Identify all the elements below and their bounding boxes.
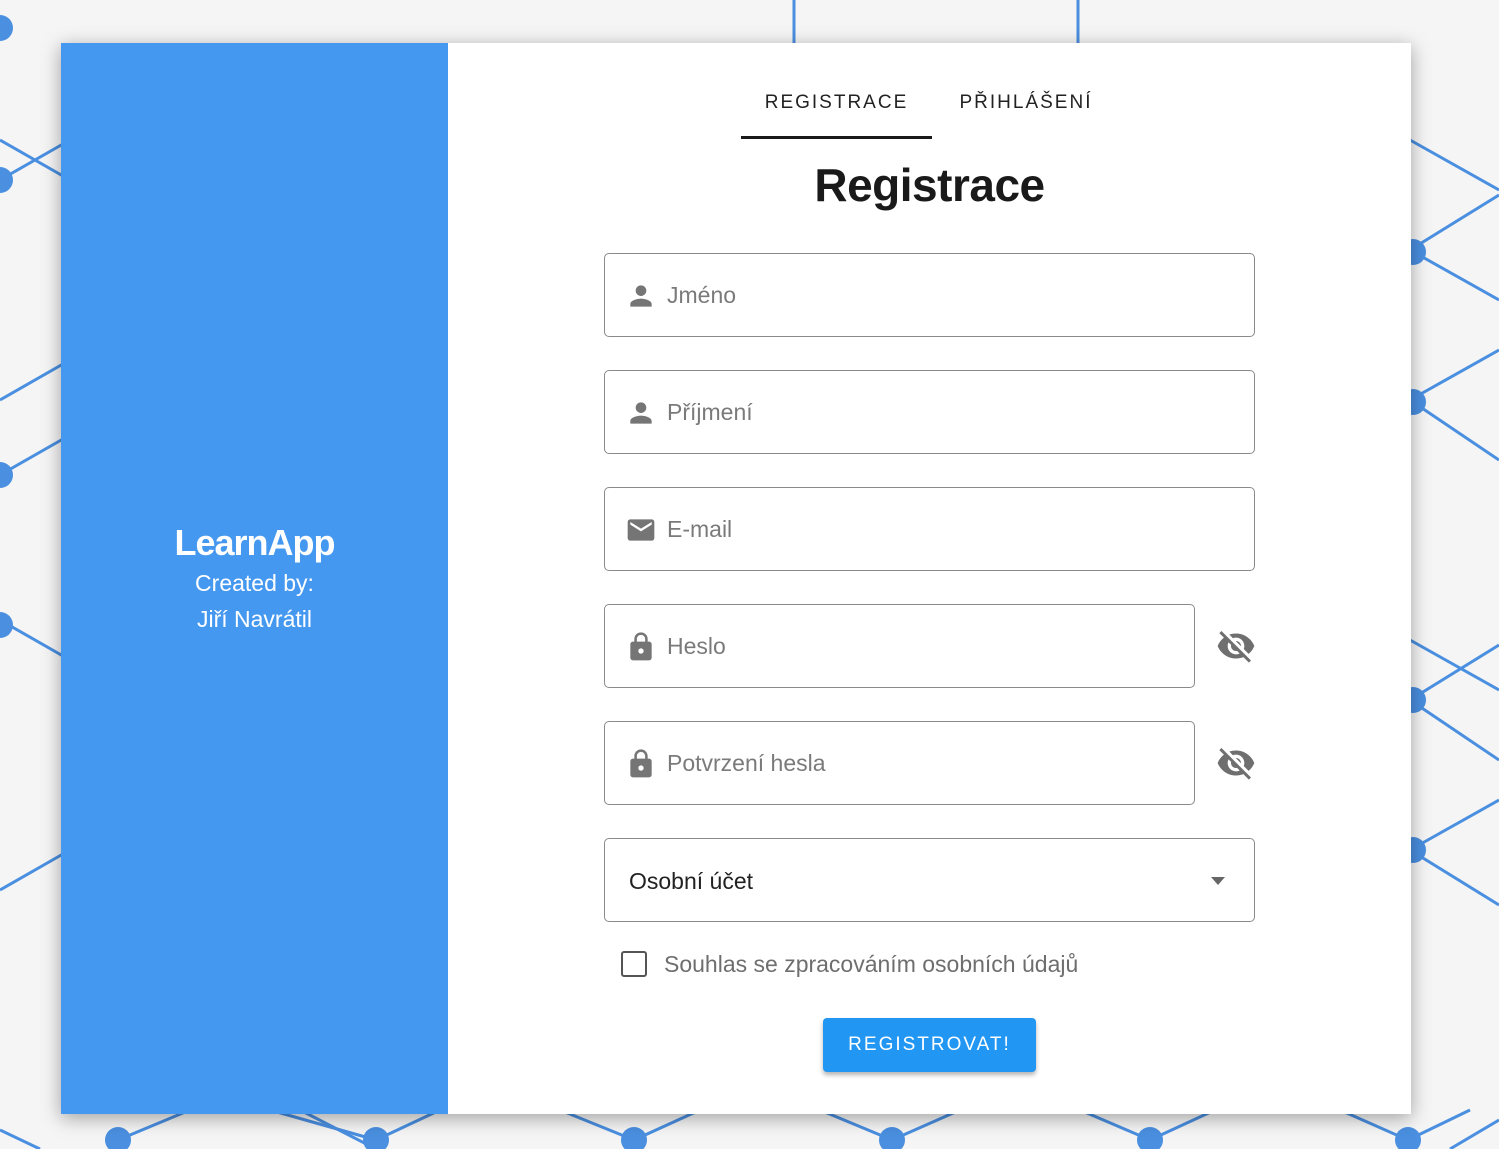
network-line bbox=[1409, 698, 1499, 762]
visibility-off-icon[interactable] bbox=[1216, 743, 1256, 783]
network-node bbox=[0, 462, 13, 488]
password-confirm-field[interactable] bbox=[604, 721, 1195, 805]
person-icon bbox=[630, 285, 652, 307]
network-line bbox=[0, 358, 71, 402]
mail-icon bbox=[627, 519, 655, 541]
network-node bbox=[879, 1127, 905, 1149]
network-line bbox=[1409, 138, 1499, 192]
network-line bbox=[0, 848, 71, 892]
network-line bbox=[1409, 348, 1499, 402]
consent-label: Souhlas se zpracováním osobních údajů bbox=[664, 951, 1079, 977]
first-name-input[interactable] bbox=[667, 254, 1244, 336]
tab-registrace[interactable]: REGISTRACE bbox=[741, 83, 932, 139]
network-node bbox=[105, 1127, 131, 1149]
network-node bbox=[1137, 1127, 1163, 1149]
register-button[interactable]: REGISTROVAT! bbox=[823, 1018, 1036, 1072]
person-icon bbox=[630, 402, 652, 424]
created-by-label: Created by: bbox=[195, 570, 314, 596]
lock-icon bbox=[630, 749, 652, 778]
network-line bbox=[0, 1128, 41, 1149]
network-node bbox=[0, 15, 13, 41]
auth-card: LearnApp Created by: Jiří Navrátil REGIS… bbox=[61, 43, 1411, 1114]
network-node bbox=[363, 1127, 389, 1149]
email-field[interactable] bbox=[604, 487, 1255, 571]
tab-prihlaseni[interactable]: PŘIHLÁŠENÍ bbox=[936, 83, 1116, 139]
first-name-field[interactable] bbox=[604, 253, 1255, 337]
password-confirm-input[interactable] bbox=[667, 722, 1184, 804]
network-line bbox=[1449, 1118, 1499, 1149]
account-type-select[interactable]: Osobní účet bbox=[604, 838, 1255, 922]
app-name: LearnApp bbox=[174, 522, 335, 563]
network-line bbox=[1409, 193, 1499, 252]
network-node bbox=[621, 1127, 647, 1149]
lock-icon bbox=[630, 632, 652, 661]
network-line bbox=[1409, 638, 1499, 692]
visibility-off-icon[interactable] bbox=[1216, 626, 1256, 666]
brand-panel: LearnApp Created by: Jiří Navrátil bbox=[61, 43, 448, 1114]
network-line bbox=[1409, 643, 1499, 702]
password-input[interactable] bbox=[667, 605, 1184, 687]
network-node bbox=[1395, 1127, 1421, 1149]
network-line bbox=[1409, 848, 1499, 907]
consent-checkbox[interactable] bbox=[621, 951, 647, 977]
account-type-value: Osobní účet bbox=[629, 868, 754, 894]
password-field[interactable] bbox=[604, 604, 1195, 688]
last-name-field[interactable] bbox=[604, 370, 1255, 454]
last-name-input[interactable] bbox=[667, 371, 1244, 453]
author-name: Jiří Navrátil bbox=[196, 606, 312, 632]
network-node bbox=[0, 167, 13, 193]
form-title: Registrace bbox=[814, 159, 1045, 211]
caret-down-icon bbox=[1211, 877, 1225, 885]
network-line bbox=[269, 1108, 377, 1142]
network-node bbox=[0, 612, 13, 638]
email-input[interactable] bbox=[667, 488, 1244, 570]
